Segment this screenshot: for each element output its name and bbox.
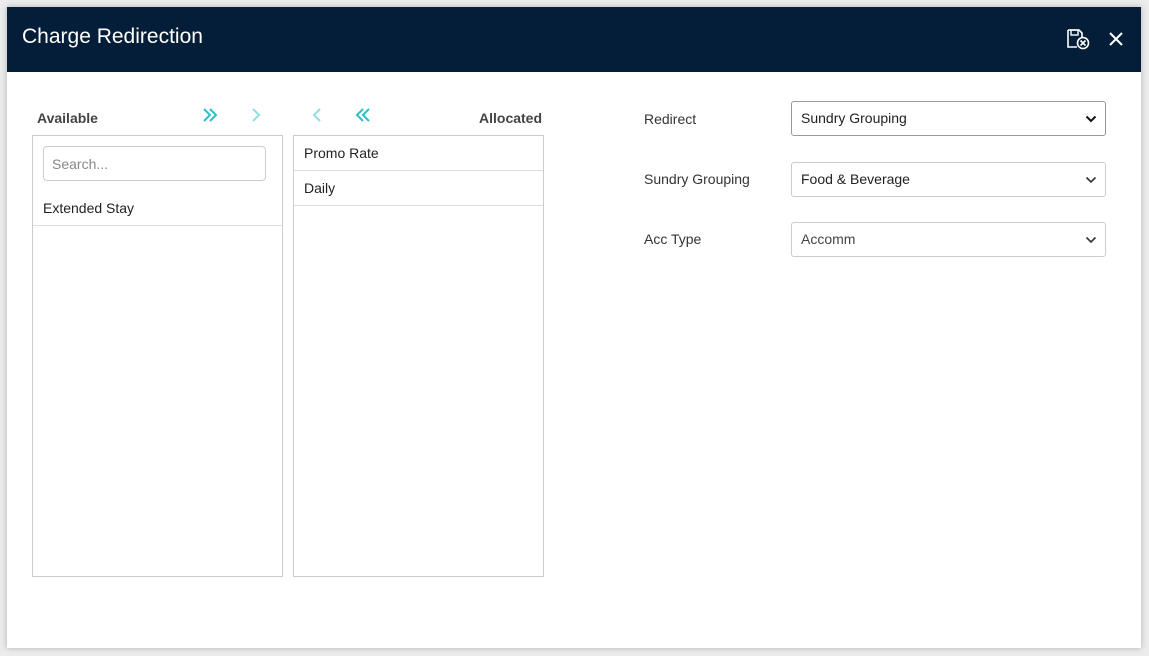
save-cancel-icon [1067, 29, 1090, 50]
available-heading: Available [37, 110, 98, 126]
allocated-heading: Allocated [479, 110, 543, 126]
move-all-left-button[interactable] [351, 104, 375, 126]
double-chevron-right-icon [203, 108, 218, 122]
close-button[interactable] [1103, 27, 1129, 51]
redirect-value: Sundry Grouping [801, 110, 907, 126]
save-close-button[interactable] [1065, 27, 1091, 51]
acc-type-select[interactable]: Accomm [791, 222, 1106, 257]
move-all-right-button[interactable] [198, 104, 222, 126]
move-right-button[interactable] [244, 104, 268, 126]
dialog-header: Charge Redirection [7, 7, 1141, 72]
acc-type-label: Acc Type [644, 231, 702, 247]
list-item[interactable]: Promo Rate [294, 136, 543, 171]
close-icon [1109, 32, 1123, 46]
move-left-button[interactable] [305, 104, 329, 126]
double-chevron-left-icon [355, 108, 370, 122]
sundry-grouping-select[interactable]: Food & Beverage [791, 162, 1106, 197]
search-input[interactable] [43, 146, 266, 181]
acc-type-value: Accomm [801, 231, 856, 247]
sundry-grouping-label: Sundry Grouping [644, 171, 750, 187]
dialog-title: Charge Redirection [22, 25, 203, 48]
chevron-down-icon [1085, 115, 1097, 123]
allocated-list[interactable]: Promo Rate Daily [293, 135, 544, 577]
chevron-down-icon [1085, 176, 1097, 184]
available-list[interactable]: Extended Stay [32, 135, 283, 577]
list-item[interactable]: Daily [294, 171, 543, 206]
redirect-select[interactable]: Sundry Grouping [791, 101, 1106, 136]
sundry-grouping-value: Food & Beverage [801, 171, 910, 187]
chevron-left-icon [312, 108, 321, 122]
chevron-down-icon [1085, 236, 1097, 244]
chevron-right-icon [252, 108, 261, 122]
redirect-label: Redirect [644, 111, 697, 127]
list-item[interactable]: Extended Stay [33, 191, 282, 226]
